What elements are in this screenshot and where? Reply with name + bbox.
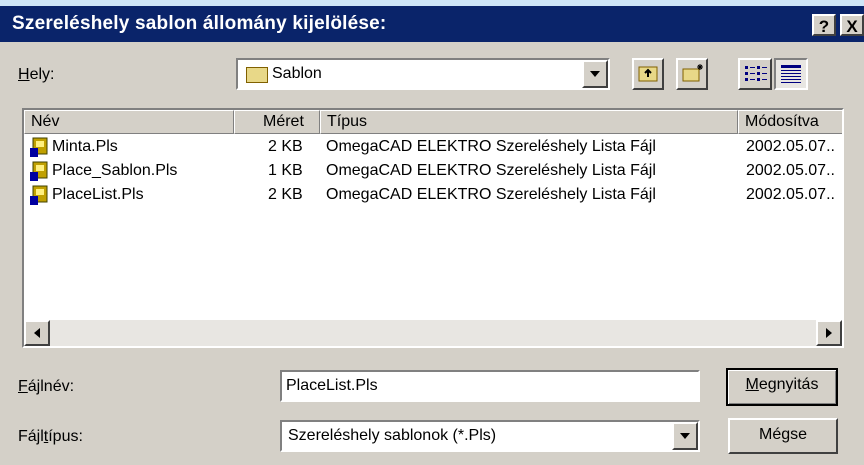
file-size: 1 KB: [268, 162, 303, 179]
file-name: Minta.Pls: [52, 138, 118, 155]
cancel-button[interactable]: Mégse: [728, 418, 838, 454]
dialog-title: Szereléshely sablon állomány kijelölése:: [12, 13, 387, 34]
column-header-name[interactable]: Név: [24, 110, 234, 134]
file-icon: [30, 137, 48, 157]
arrow-right-icon: [826, 328, 832, 338]
location-value: Sablon: [272, 65, 322, 82]
filename-value: PlaceList.Pls: [286, 377, 378, 394]
file-list[interactable]: Név Méret Típus Módosítva Minta.Pls 2 KB…: [22, 108, 844, 348]
file-name: Place_Sablon.Pls: [52, 162, 178, 179]
filename-label: Fájlnév:: [18, 378, 75, 395]
new-folder-icon: [682, 64, 703, 82]
table-row[interactable]: PlaceList.Pls 2 KB OmegaCAD ELEKTRO Szer…: [24, 184, 842, 208]
column-header-size[interactable]: Méret: [234, 110, 320, 134]
title-bar[interactable]: Szereléshely sablon állomány kijelölése:…: [0, 6, 864, 42]
table-row[interactable]: Minta.Pls 2 KB OmegaCAD ELEKTRO Szerelés…: [24, 136, 842, 160]
details-view-icon: [781, 65, 801, 83]
close-button[interactable]: X: [840, 14, 864, 36]
file-modified: 2002.05.07..: [746, 162, 835, 179]
file-type: OmegaCAD ELEKTRO Szereléshely Lista Fájl: [326, 186, 656, 203]
filetype-dropdown-button[interactable]: [672, 422, 698, 450]
file-name: PlaceList.Pls: [52, 186, 144, 203]
arrow-left-icon: [34, 328, 40, 338]
location-label: Hely:: [18, 66, 55, 83]
column-header-modified[interactable]: Módosítva: [738, 110, 842, 134]
file-size: 2 KB: [268, 138, 303, 155]
new-folder-button[interactable]: [676, 58, 708, 90]
file-modified: 2002.05.07..: [746, 138, 835, 155]
open-button[interactable]: Megnyitás: [726, 368, 838, 406]
list-view-button[interactable]: [738, 58, 772, 90]
file-icon: [30, 161, 48, 181]
up-folder-icon: [638, 66, 658, 82]
scroll-left-button[interactable]: [24, 320, 50, 346]
file-icon: [30, 185, 48, 205]
table-row[interactable]: Place_Sablon.Pls 1 KB OmegaCAD ELEKTRO S…: [24, 160, 842, 184]
chevron-down-icon: [680, 433, 690, 439]
file-type: OmegaCAD ELEKTRO Szereléshely Lista Fájl: [326, 138, 656, 155]
column-header-type[interactable]: Típus: [320, 110, 738, 134]
location-combo[interactable]: Sablon: [236, 58, 610, 90]
file-modified: 2002.05.07..: [746, 186, 835, 203]
filetype-value: Szereléshely sablonok (*.Pls): [288, 427, 497, 444]
details-view-button[interactable]: [774, 58, 808, 90]
file-type: OmegaCAD ELEKTRO Szereléshely Lista Fájl: [326, 162, 656, 179]
scroll-right-button[interactable]: [816, 320, 842, 346]
help-button[interactable]: ?: [812, 14, 836, 36]
chevron-down-icon: [590, 71, 600, 77]
file-size: 2 KB: [268, 186, 303, 203]
list-view-icon: [745, 66, 767, 81]
up-folder-button[interactable]: [632, 58, 664, 90]
filename-input[interactable]: PlaceList.Pls: [280, 370, 700, 402]
folder-icon: [246, 67, 268, 83]
filetype-label: Fájltípus:: [18, 428, 83, 445]
horizontal-scrollbar[interactable]: [24, 320, 842, 346]
filetype-select[interactable]: Szereléshely sablonok (*.Pls): [280, 420, 700, 452]
location-dropdown-button[interactable]: [582, 60, 608, 88]
